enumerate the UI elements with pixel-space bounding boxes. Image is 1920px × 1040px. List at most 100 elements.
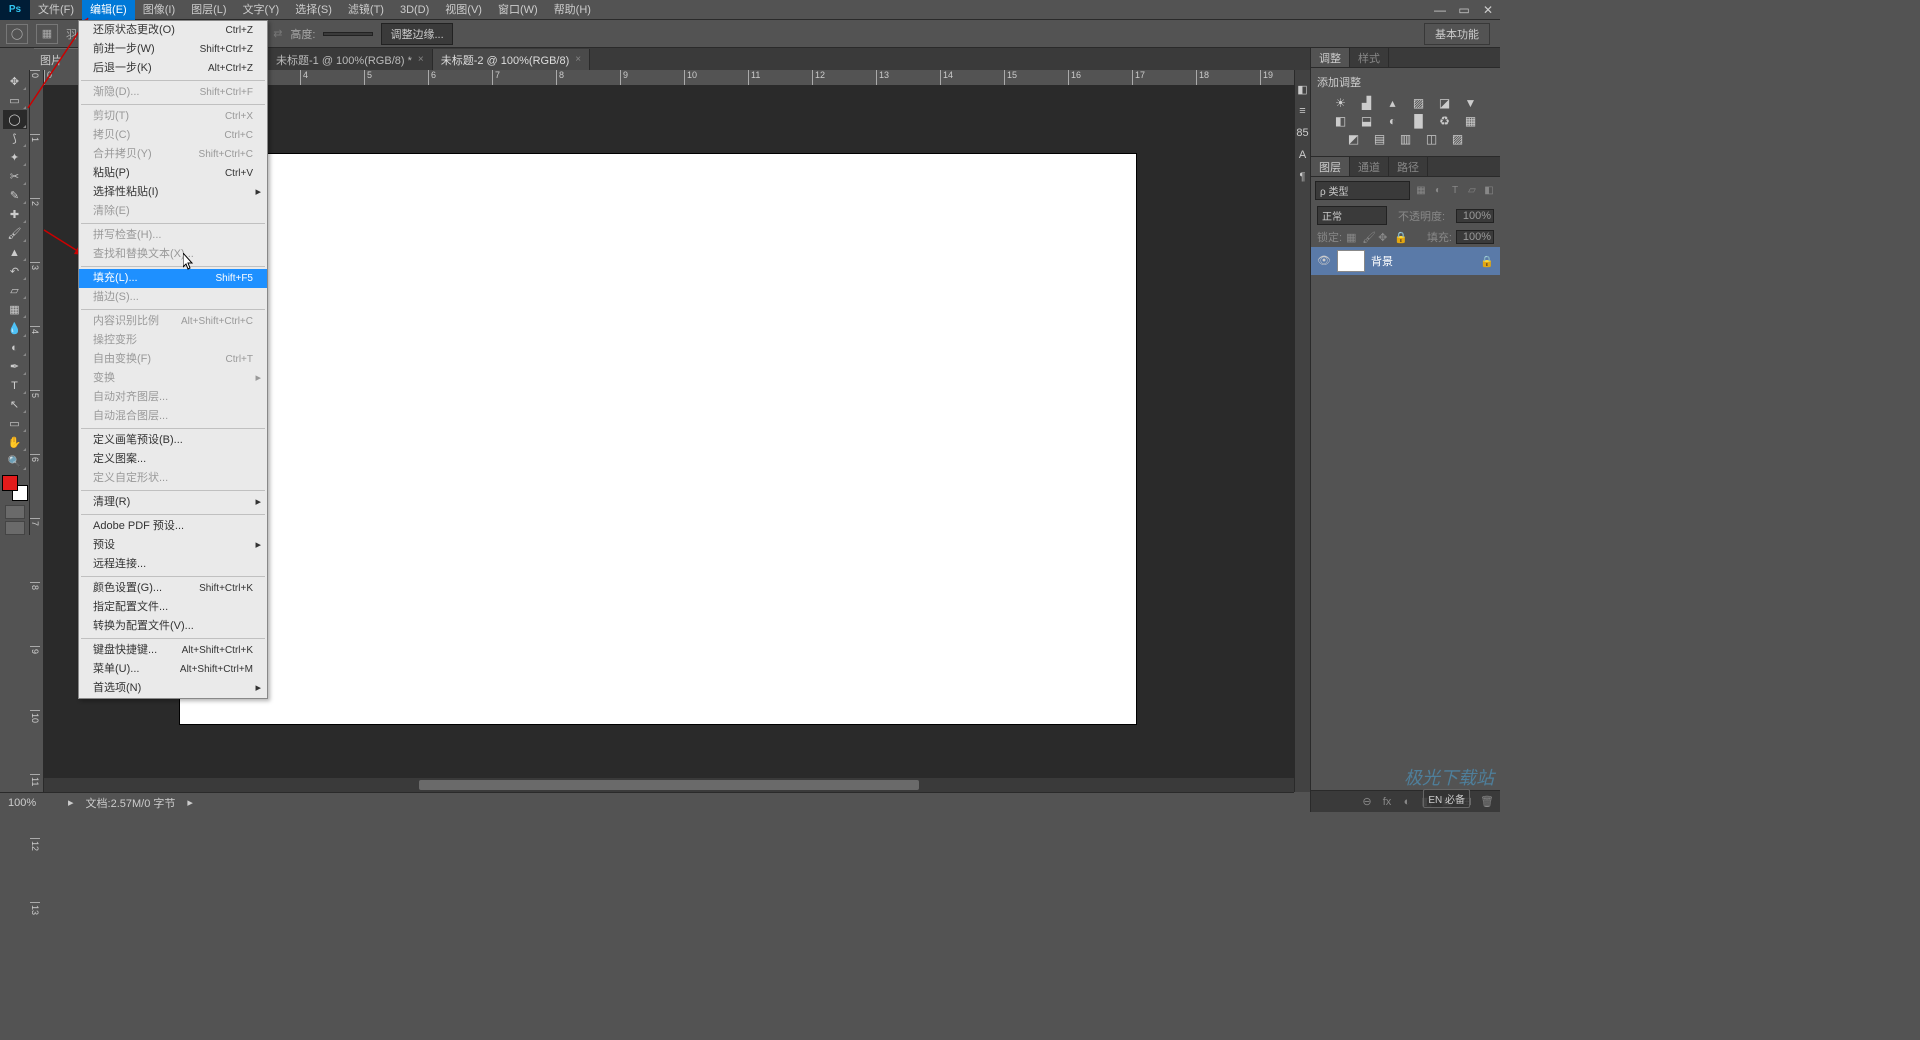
filter-type-icon[interactable]: T xyxy=(1448,184,1462,198)
adjustment-icon[interactable]: ▥ xyxy=(1397,132,1415,146)
channels-tab[interactable]: 通道 xyxy=(1350,157,1389,176)
close-button[interactable]: ✕ xyxy=(1476,1,1500,19)
adjustment-icon[interactable]: ▨ xyxy=(1410,96,1428,110)
height-input[interactable] xyxy=(323,32,373,36)
history-brush-tool[interactable]: ↶ xyxy=(3,262,27,281)
menu-item[interactable]: 前进一步(W)Shift+Ctrl+Z xyxy=(79,40,267,59)
tool-preset-icon[interactable]: ◯ xyxy=(6,24,28,44)
refine-edge-button[interactable]: 调整边缘... xyxy=(381,23,452,45)
adjustments-tab[interactable]: 调整 xyxy=(1311,48,1350,67)
brush-tool[interactable]: 🖌 xyxy=(3,224,27,243)
lock-all-icon[interactable]: 🔒 xyxy=(1394,231,1406,243)
menu-item[interactable]: 填充(L)...Shift+F5 xyxy=(79,269,267,288)
zoom-value[interactable]: 100% xyxy=(8,797,56,809)
gradient-tool[interactable]: ▦ xyxy=(3,300,27,319)
menu-7[interactable]: 3D(D) xyxy=(392,0,437,20)
path-tool[interactable]: ↖ xyxy=(3,395,27,414)
strip-icon[interactable]: 85 xyxy=(1296,126,1310,140)
menu-item[interactable]: 定义画笔预设(B)... xyxy=(79,431,267,450)
ellipse-marquee-tool[interactable]: ◯ xyxy=(3,110,27,129)
workspace-button[interactable]: 基本功能 xyxy=(1424,23,1490,45)
styles-tab[interactable]: 样式 xyxy=(1350,48,1389,67)
menu-9[interactable]: 窗口(W) xyxy=(490,0,546,20)
foreground-color[interactable] xyxy=(2,475,18,491)
minimize-button[interactable]: — xyxy=(1428,1,1452,19)
menu-10[interactable]: 帮助(H) xyxy=(546,0,599,20)
rect-marquee-tool[interactable]: ▭ xyxy=(3,91,27,110)
menu-item[interactable]: Adobe PDF 预设... xyxy=(79,517,267,536)
layers-tab[interactable]: 图层 xyxy=(1311,157,1350,176)
document-tab[interactable]: 未标题-1 @ 100%(RGB/8) *× xyxy=(268,49,433,71)
layer-kind-select[interactable]: ρ 类型 xyxy=(1315,181,1410,200)
close-tab-icon[interactable]: × xyxy=(575,54,581,65)
strip-icon[interactable]: ¶ xyxy=(1296,170,1310,184)
menu-item[interactable]: 远程连接... xyxy=(79,555,267,574)
fill-value[interactable]: 100% xyxy=(1456,230,1494,244)
strip-icon[interactable]: A xyxy=(1296,148,1310,162)
opacity-value[interactable]: 100% xyxy=(1456,209,1494,223)
selection-mode-new[interactable]: ▦ xyxy=(36,24,58,44)
lock-image-icon[interactable]: 🖌 xyxy=(1362,231,1374,243)
adjustment-icon[interactable]: ▦ xyxy=(1462,114,1480,128)
filter-pixel-icon[interactable]: ▦ xyxy=(1414,184,1428,198)
menu-6[interactable]: 滤镜(T) xyxy=(340,0,392,20)
healing-tool[interactable]: ✚ xyxy=(3,205,27,224)
menu-5[interactable]: 选择(S) xyxy=(287,0,340,20)
adjustment-icon[interactable]: ▨ xyxy=(1449,132,1467,146)
menu-2[interactable]: 图像(I) xyxy=(135,0,183,20)
menu-8[interactable]: 视图(V) xyxy=(437,0,490,20)
menu-3[interactable]: 图层(L) xyxy=(183,0,234,20)
quick-mask-icon[interactable] xyxy=(5,505,25,519)
canvas[interactable] xyxy=(180,154,1136,724)
adjustment-icon[interactable]: █ xyxy=(1410,114,1428,128)
adjustment-icon[interactable]: ⬓ xyxy=(1358,114,1376,128)
adjustment-icon[interactable]: ☀ xyxy=(1332,96,1350,110)
type-tool[interactable]: T xyxy=(3,376,27,395)
layer-thumbnail[interactable] xyxy=(1337,250,1365,272)
menu-item[interactable]: 菜单(U)...Alt+Shift+Ctrl+M xyxy=(79,660,267,679)
eyedropper-tool[interactable]: ✎ xyxy=(3,186,27,205)
strip-icon[interactable]: ◧ xyxy=(1296,82,1310,96)
crop-tool[interactable]: ✂ xyxy=(3,167,27,186)
pen-tool[interactable]: ✒ xyxy=(3,357,27,376)
layer-footer-icon[interactable]: 🗑 xyxy=(1480,795,1494,809)
menu-item[interactable]: 清理(R)▸ xyxy=(79,493,267,512)
adjustment-icon[interactable]: ◐ xyxy=(1384,114,1402,128)
maximize-button[interactable]: ▭ xyxy=(1452,1,1476,19)
lock-pos-icon[interactable]: ✥ xyxy=(1378,231,1390,243)
filter-adjust-icon[interactable]: ◐ xyxy=(1431,184,1445,198)
menu-item[interactable]: 颜色设置(G)...Shift+Ctrl+K xyxy=(79,579,267,598)
close-tab-icon[interactable]: × xyxy=(418,54,424,65)
document-tab[interactable]: 未标题-2 @ 100%(RGB/8)× xyxy=(433,49,590,71)
layer-footer-icon[interactable]: ⊖ xyxy=(1360,795,1374,809)
screen-mode-icon[interactable] xyxy=(5,521,25,535)
adjustment-icon[interactable]: ◪ xyxy=(1436,96,1454,110)
menu-item[interactable]: 首选项(N)▸ xyxy=(79,679,267,698)
adjustment-icon[interactable]: ◧ xyxy=(1332,114,1350,128)
move-tool[interactable]: ✥ xyxy=(3,72,27,91)
color-swatches[interactable] xyxy=(2,475,28,501)
blur-tool[interactable]: 💧 xyxy=(3,319,27,338)
hand-tool[interactable]: ✋ xyxy=(3,433,27,452)
shape-tool[interactable]: ▭ xyxy=(3,414,27,433)
chevron-icon[interactable]: ▸ xyxy=(68,796,74,809)
menu-item[interactable]: 定义图案... xyxy=(79,450,267,469)
adjustment-icon[interactable]: ▴ xyxy=(1384,96,1402,110)
filter-shape-icon[interactable]: ▱ xyxy=(1465,184,1479,198)
menu-item[interactable]: 预设▸ xyxy=(79,536,267,555)
lock-trans-icon[interactable]: ▦ xyxy=(1346,231,1358,243)
lasso-tool[interactable]: ⟆ xyxy=(3,129,27,148)
layer-footer-icon[interactable]: fx xyxy=(1380,795,1394,809)
adjustment-icon[interactable]: ♻ xyxy=(1436,114,1454,128)
horizontal-scrollbar[interactable] xyxy=(44,778,1294,792)
menu-item[interactable]: 后退一步(K)Alt+Ctrl+Z xyxy=(79,59,267,78)
ime-indicator[interactable]: EN 必备 xyxy=(1423,789,1470,808)
paths-tab[interactable]: 路径 xyxy=(1389,157,1428,176)
adjustment-icon[interactable]: ▤ xyxy=(1371,132,1389,146)
filter-smart-icon[interactable]: ◧ xyxy=(1482,184,1496,198)
menu-4[interactable]: 文字(Y) xyxy=(235,0,288,20)
adjustment-icon[interactable]: ▼ xyxy=(1462,96,1480,110)
zoom-tool[interactable]: 🔍 xyxy=(3,452,27,471)
layer-entry-background[interactable]: 👁 背景 🔒 xyxy=(1311,247,1500,275)
menu-item[interactable]: 指定配置文件... xyxy=(79,598,267,617)
